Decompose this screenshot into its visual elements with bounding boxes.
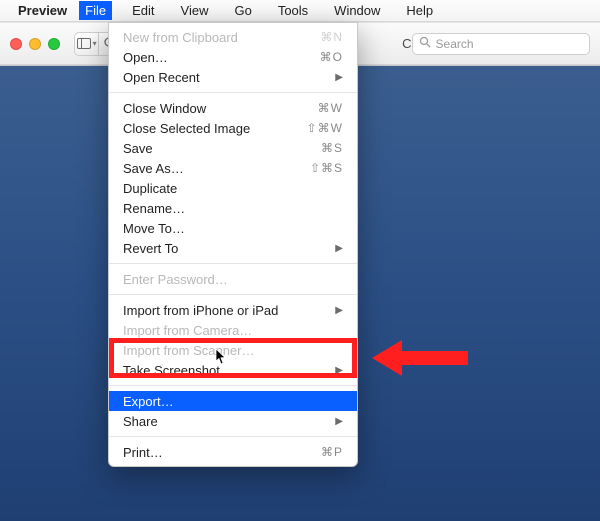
- menu-item-label: Duplicate: [123, 181, 177, 196]
- menu-item-duplicate[interactable]: Duplicate: [109, 178, 357, 198]
- menu-item-rename[interactable]: Rename…: [109, 198, 357, 218]
- window-title-fragment: C: [402, 36, 411, 51]
- menu-item-label: Print…: [123, 445, 163, 460]
- menu-item-shortcut: ⇧⌘S: [310, 161, 343, 175]
- menu-item-import-from-scanner: Import from Scanner…: [109, 340, 357, 360]
- menu-item-import-from-iphone-or-ipad[interactable]: Import from iPhone or iPad ▶: [109, 300, 357, 320]
- sidebar-view-button[interactable]: ▾: [74, 32, 98, 56]
- menubar-edit[interactable]: Edit: [126, 1, 160, 20]
- menu-item-open-recent[interactable]: Open Recent ▶: [109, 67, 357, 87]
- menu-separator: [109, 263, 357, 264]
- menu-item-label: Close Window: [123, 101, 206, 116]
- menu-item-label: Save: [123, 141, 153, 156]
- menu-item-label: Share: [123, 414, 158, 429]
- search-field[interactable]: Search: [412, 33, 590, 55]
- menu-item-label: Import from Scanner…: [123, 343, 255, 358]
- menu-separator: [109, 436, 357, 437]
- menu-item-shortcut: ⌘S: [321, 141, 343, 155]
- menu-item-label: Revert To: [123, 241, 178, 256]
- menu-item-label: Enter Password…: [123, 272, 228, 287]
- submenu-arrow-icon: ▶: [335, 365, 343, 376]
- menubar-help[interactable]: Help: [400, 1, 439, 20]
- menu-item-print[interactable]: Print… ⌘P: [109, 442, 357, 462]
- submenu-arrow-icon: ▶: [335, 416, 343, 427]
- close-window-button[interactable]: [10, 38, 22, 50]
- menu-item-close-window[interactable]: Close Window ⌘W: [109, 98, 357, 118]
- menu-item-new-from-clipboard: New from Clipboard ⌘N: [109, 27, 357, 47]
- mouse-cursor-icon: [216, 349, 228, 368]
- menu-item-label: Save As…: [123, 161, 184, 176]
- menu-item-move-to[interactable]: Move To…: [109, 218, 357, 238]
- menu-item-import-from-camera: Import from Camera…: [109, 320, 357, 340]
- file-menu: New from Clipboard ⌘N Open… ⌘O Open Recent ▶ C…: [108, 22, 358, 467]
- menu-item-save-as[interactable]: Save As… ⇧⌘S: [109, 158, 357, 178]
- menubar-window[interactable]: Window: [328, 1, 386, 20]
- menu-item-label: Take Screenshot: [123, 363, 220, 378]
- traffic-lights: [10, 38, 60, 50]
- menu-item-open[interactable]: Open… ⌘O: [109, 47, 357, 67]
- menu-separator: [109, 294, 357, 295]
- menu-item-enter-password: Enter Password…: [109, 269, 357, 289]
- menu-item-label: Import from Camera…: [123, 323, 252, 338]
- menubar: Preview File Edit View Go Tools Window H…: [0, 0, 600, 22]
- app-name[interactable]: Preview: [18, 3, 67, 18]
- menu-item-label: Rename…: [123, 201, 185, 216]
- menu-item-share[interactable]: Share ▶: [109, 411, 357, 431]
- menu-item-revert-to[interactable]: Revert To ▶: [109, 238, 357, 258]
- search-placeholder: Search: [436, 37, 474, 51]
- menu-item-shortcut: ⌘P: [321, 445, 343, 459]
- menu-item-shortcut: ⌘N: [320, 30, 343, 44]
- submenu-arrow-icon: ▶: [335, 243, 343, 254]
- menu-item-save[interactable]: Save ⌘S: [109, 138, 357, 158]
- menu-item-export[interactable]: Export…: [109, 391, 357, 411]
- submenu-arrow-icon: ▶: [335, 305, 343, 316]
- arrow-shaft: [402, 351, 468, 365]
- menu-item-shortcut: ⌘W: [318, 101, 343, 115]
- menubar-view[interactable]: View: [175, 1, 215, 20]
- arrow-head-icon: [372, 340, 402, 376]
- menu-separator: [109, 92, 357, 93]
- menubar-tools[interactable]: Tools: [272, 1, 314, 20]
- annotation-arrow: [372, 340, 468, 376]
- chevron-down-icon: ▾: [93, 39, 97, 48]
- minimize-window-button[interactable]: [29, 38, 41, 50]
- menu-item-shortcut: ⌘O: [320, 50, 343, 64]
- search-icon: [419, 36, 431, 51]
- menu-separator: [109, 385, 357, 386]
- menu-item-label: Import from iPhone or iPad: [123, 303, 278, 318]
- menubar-file[interactable]: File: [79, 1, 112, 20]
- zoom-window-button[interactable]: [48, 38, 60, 50]
- menu-item-label: Open…: [123, 50, 168, 65]
- menu-item-label: Move To…: [123, 221, 185, 236]
- menubar-go[interactable]: Go: [228, 1, 257, 20]
- menu-item-close-selected-image[interactable]: Close Selected Image ⇧⌘W: [109, 118, 357, 138]
- menu-item-shortcut: ⇧⌘W: [307, 121, 343, 135]
- menu-item-label: Export…: [123, 394, 174, 409]
- menu-item-take-screenshot[interactable]: Take Screenshot ▶: [109, 360, 357, 380]
- menu-item-label: Open Recent: [123, 70, 200, 85]
- submenu-arrow-icon: ▶: [335, 72, 343, 83]
- menu-item-label: Close Selected Image: [123, 121, 250, 136]
- menu-item-label: New from Clipboard: [123, 30, 238, 45]
